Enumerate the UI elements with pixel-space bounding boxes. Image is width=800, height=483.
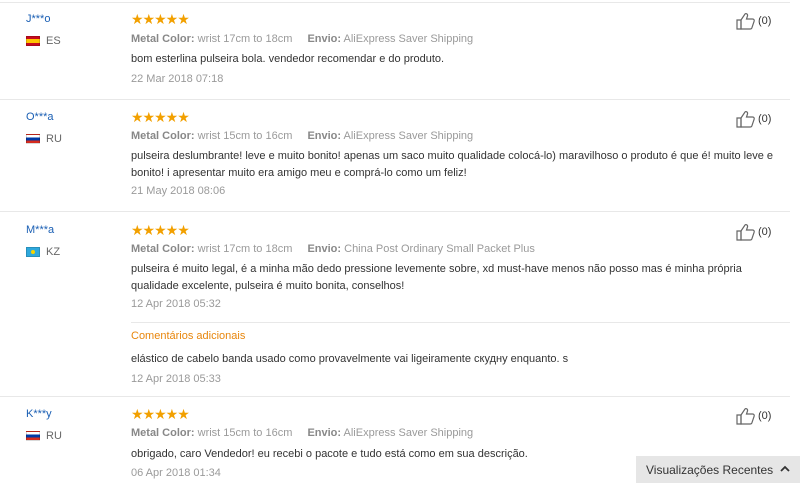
review-date: 22 Mar 2018 07:18 — [131, 73, 224, 85]
review-attributes: Metal Color: wrist 15cm to 16cm Envio: A… — [131, 130, 473, 142]
metal-color-value: wrist 17cm to 18cm — [197, 243, 293, 255]
review-text: pulseira é muito legal, é a minha mão de… — [131, 263, 742, 292]
shipping-label: Envio: — [307, 130, 342, 142]
reviewer-name[interactable]: O***a — [26, 111, 54, 123]
star-rating: ★★★★★ — [131, 109, 190, 125]
review-text: pulseira deslumbrante! leve e muito boni… — [131, 150, 774, 179]
metal-color-label: Metal Color: — [131, 33, 195, 45]
reviewer-name[interactable]: J***o — [26, 13, 50, 25]
review-text: bom esterlina pulseira bola. vendedor re… — [131, 53, 445, 65]
review-date: 21 May 2018 08:06 — [131, 185, 226, 197]
country-code: RU — [46, 430, 62, 442]
country-code: RU — [46, 133, 62, 145]
metal-color-label: Metal Color: — [131, 243, 195, 255]
helpful-button[interactable]: (0) — [736, 407, 771, 425]
country-code: ES — [46, 35, 61, 47]
star-rating: ★★★★★ — [131, 406, 190, 422]
review-date: 06 Apr 2018 01:34 — [131, 467, 221, 479]
thumbs-up-icon — [736, 111, 755, 128]
flag-kz-icon — [26, 247, 40, 257]
reviewer-country: RU — [26, 133, 62, 145]
reviewer-name[interactable]: M***a — [26, 224, 54, 236]
flag-ru-icon — [26, 431, 40, 441]
recent-views-bar[interactable]: Visualizações Recentes — [636, 456, 800, 483]
helpful-button[interactable]: (0) — [736, 223, 771, 241]
divider — [0, 99, 790, 100]
helpful-count: (0) — [758, 410, 772, 422]
shipping-value: AliExpress Saver Shipping — [343, 33, 474, 45]
metal-color-value: wrist 15cm to 16cm — [197, 427, 293, 439]
thumbs-up-icon — [736, 224, 755, 241]
review-date: 12 Apr 2018 05:32 — [131, 298, 221, 310]
thumbs-up-icon — [736, 408, 755, 425]
flag-ru-icon — [26, 134, 40, 144]
star-rating: ★★★★★ — [131, 11, 190, 27]
reviewer-country: ES — [26, 35, 61, 47]
reviewer-country: KZ — [26, 246, 60, 258]
divider — [131, 322, 790, 323]
shipping-label: Envio: — [307, 243, 342, 255]
metal-color-label: Metal Color: — [131, 427, 195, 439]
star-rating: ★★★★★ — [131, 222, 190, 238]
review-attributes: Metal Color: wrist 15cm to 16cm Envio: A… — [131, 427, 473, 439]
divider — [0, 211, 790, 212]
reviewer-country: RU — [26, 430, 62, 442]
flag-es-icon — [26, 36, 40, 46]
additional-comments-date: 12 Apr 2018 05:33 — [131, 373, 221, 385]
metal-color-label: Metal Color: — [131, 130, 195, 142]
chevron-up-icon — [780, 465, 790, 472]
thumbs-up-icon — [736, 13, 755, 30]
helpful-count: (0) — [758, 113, 772, 125]
country-code: KZ — [46, 246, 61, 258]
recent-views-label: Visualizações Recentes — [646, 462, 774, 477]
review-attributes: Metal Color: wrist 17cm to 18cm Envio: C… — [131, 243, 535, 255]
helpful-button[interactable]: (0) — [736, 110, 771, 128]
shipping-value: AliExpress Saver Shipping — [343, 427, 474, 439]
additional-comments-title: Comentários adicionais — [131, 330, 246, 342]
shipping-value: AliExpress Saver Shipping — [343, 130, 474, 142]
additional-comments-text: elástico de cabelo banda usado como prov… — [131, 353, 569, 365]
shipping-value: China Post Ordinary Small Packet Plus — [344, 243, 535, 255]
helpful-count: (0) — [758, 226, 772, 238]
reviewer-name[interactable]: K***y — [26, 408, 52, 420]
metal-color-value: wrist 17cm to 18cm — [197, 33, 293, 45]
helpful-count: (0) — [758, 15, 772, 27]
shipping-label: Envio: — [307, 427, 342, 439]
review-attributes: Metal Color: wrist 17cm to 18cm Envio: A… — [131, 33, 473, 45]
divider — [0, 396, 790, 397]
metal-color-value: wrist 15cm to 16cm — [197, 130, 293, 142]
shipping-label: Envio: — [307, 33, 342, 45]
divider — [0, 2, 790, 3]
helpful-button[interactable]: (0) — [736, 12, 771, 30]
